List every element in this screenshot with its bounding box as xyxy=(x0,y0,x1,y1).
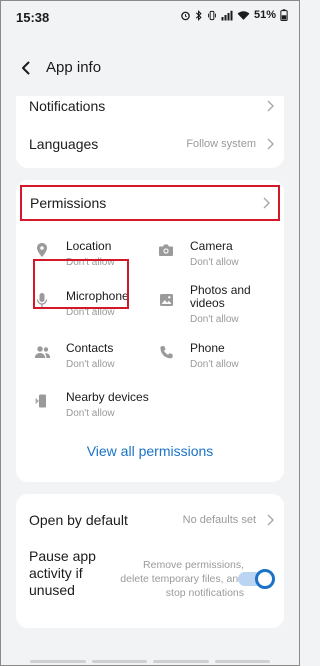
languages-label: Languages xyxy=(29,136,99,152)
back-button[interactable] xyxy=(14,56,38,80)
vibrate-icon xyxy=(207,10,217,21)
permission-status: Don't allow xyxy=(190,257,239,268)
permission-nearby-devices[interactable]: Nearby devices Don't allow xyxy=(32,391,156,435)
location-icon xyxy=(32,240,52,260)
permission-photos-videos[interactable]: Photos and videos Don't allow xyxy=(156,284,280,338)
permission-name: Phone xyxy=(190,341,225,355)
alarm-icon xyxy=(180,10,191,21)
permission-status: Don't allow xyxy=(66,408,115,419)
permission-name: Camera xyxy=(190,239,233,253)
permission-name: Location xyxy=(66,239,112,253)
wifi-icon xyxy=(237,10,250,21)
permission-camera[interactable]: Camera Don't allow xyxy=(156,240,280,284)
chevron-right-icon xyxy=(267,514,274,526)
phone-icon xyxy=(156,342,176,362)
notifications-row[interactable]: Notifications xyxy=(16,96,284,124)
chevron-right-icon xyxy=(263,197,270,209)
battery-icon xyxy=(280,9,288,21)
chevron-right-icon xyxy=(267,100,274,112)
photo-icon xyxy=(156,290,176,310)
status-icons: 51% xyxy=(180,9,288,21)
status-time: 15:38 xyxy=(16,10,50,25)
permission-status: Don't allow xyxy=(190,314,239,325)
permission-name: Nearby devices xyxy=(66,390,149,404)
permission-contacts[interactable]: Contacts Don't allow xyxy=(32,342,156,386)
status-bar: 15:38 51% xyxy=(0,0,300,34)
battery-percent: 51% xyxy=(253,9,276,21)
languages-value: Follow system xyxy=(186,138,256,150)
microphone-highlight-box xyxy=(33,259,129,309)
back-arrow-icon xyxy=(22,61,30,75)
signal-icon xyxy=(221,10,233,21)
notifications-label: Notifications xyxy=(29,98,106,114)
permission-status: Don't allow xyxy=(190,359,239,370)
permission-name: Photos and videos xyxy=(190,283,251,310)
permission-name: Contacts xyxy=(66,341,114,355)
toggle-knob xyxy=(255,569,275,589)
permission-phone[interactable]: Phone Don't allow xyxy=(156,342,280,386)
nearby-devices-icon xyxy=(32,391,52,411)
settings-card-bottom: Open by default No defaults set Pause ap… xyxy=(16,494,284,628)
contacts-icon xyxy=(32,342,52,362)
pause-activity-description: Remove permissions, delete temporary fil… xyxy=(120,559,244,599)
bluetooth-icon xyxy=(195,9,203,21)
page-title: App info xyxy=(46,59,102,76)
permissions-title: Permissions xyxy=(30,195,107,211)
view-all-permissions-link[interactable]: View all permissions xyxy=(16,443,284,459)
settings-card-top: Notifications Languages Follow system xyxy=(16,96,284,168)
permissions-row[interactable]: Permissions xyxy=(20,185,280,221)
pause-activity-toggle[interactable] xyxy=(238,569,275,589)
languages-row[interactable]: Languages Follow system xyxy=(16,126,284,162)
permission-status: Don't allow xyxy=(66,359,115,370)
permissions-card: Permissions Location Don't allow Camera … xyxy=(16,180,284,482)
camera-icon xyxy=(156,240,176,260)
bottom-edge-hint xyxy=(30,660,270,664)
open-by-default-row[interactable]: Open by default No defaults set xyxy=(16,502,284,538)
app-bar: App info xyxy=(0,46,300,90)
open-by-default-label: Open by default xyxy=(29,512,128,528)
pause-activity-label: Pause app activity if unused xyxy=(29,548,96,598)
open-by-default-value: No defaults set xyxy=(182,514,256,526)
chevron-right-icon xyxy=(267,138,274,150)
